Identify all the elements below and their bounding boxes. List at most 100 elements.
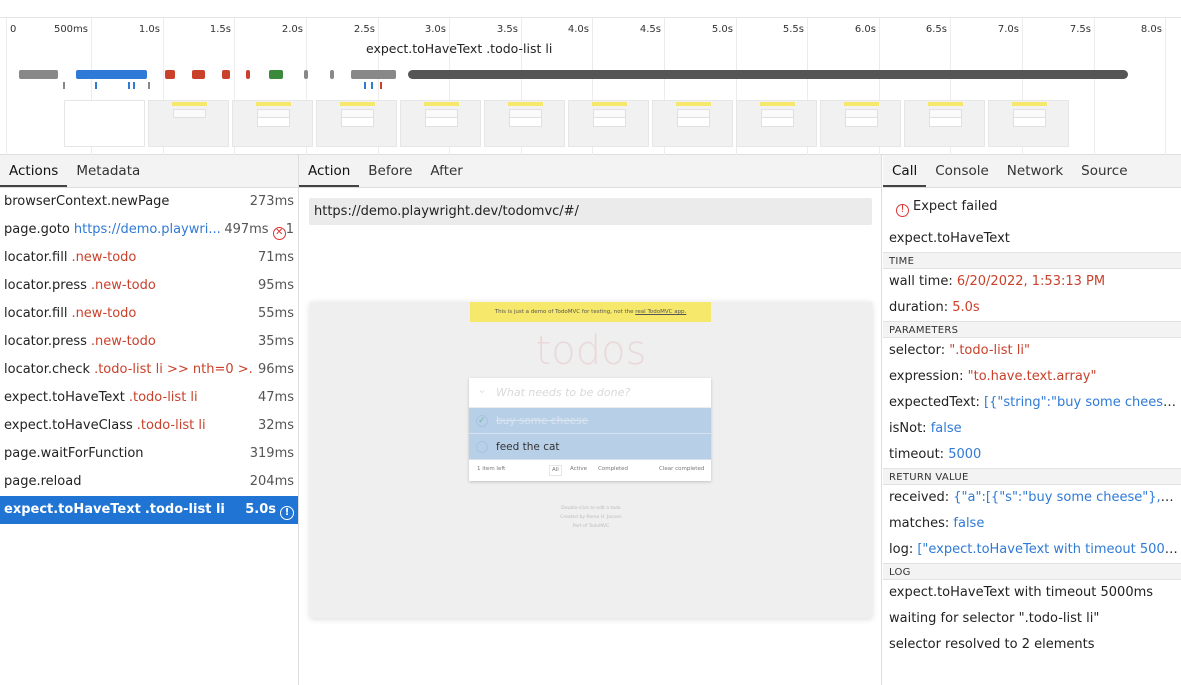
filter-active[interactable]: Active — [570, 460, 587, 479]
timeline-bar-selected[interactable] — [408, 70, 1128, 79]
info-line: Double-click to edit a todo — [561, 506, 621, 511]
action-name: locator.fill — [4, 306, 68, 321]
action-item[interactable]: expect.toHaveText .todo-list li 47ms — [0, 384, 298, 412]
timeline-tick-label: 4.0s — [567, 24, 589, 35]
filmstrip-frame[interactable] — [232, 100, 313, 147]
timeline-tick-label: 1.5s — [209, 24, 231, 35]
action-item[interactable]: page.waitForFunction 319ms — [0, 440, 298, 468]
timeline-bar[interactable] — [269, 70, 283, 79]
new-todo-input[interactable]: What needs to be done? — [469, 374, 711, 408]
todo-item[interactable]: buy some cheese — [469, 408, 711, 434]
timeline-tick-label: 5.0s — [711, 24, 733, 35]
action-item[interactable]: page.reload 204ms — [0, 468, 298, 496]
timeline-bar[interactable] — [222, 70, 230, 79]
action-item[interactable]: locator.press .new-todo 95ms — [0, 272, 298, 300]
page-snapshot[interactable]: This is just a demo of TodoMVC for testi… — [310, 302, 872, 618]
toggle-checkbox[interactable] — [476, 408, 488, 434]
filmstrip-frame[interactable] — [64, 100, 145, 147]
timeline-bar[interactable] — [330, 70, 334, 79]
timeline-top-strip — [0, 0, 1181, 18]
action-item[interactable]: locator.fill .new-todo 71ms — [0, 244, 298, 272]
timeline-bar[interactable] — [76, 70, 147, 79]
info-line: Part of TodoMVC — [572, 524, 610, 529]
action-duration: 273ms — [245, 188, 294, 216]
timeline-marker — [148, 82, 150, 89]
todo-footer: 1 item left All Active Completed Clear c… — [469, 460, 711, 479]
filmstrip-frame[interactable] — [904, 100, 985, 147]
tab-network[interactable]: Network — [998, 155, 1072, 187]
kv-key: timeout: — [889, 447, 945, 462]
clear-completed-button[interactable]: Clear completed — [659, 460, 704, 479]
tab-actions[interactable]: Actions — [0, 155, 68, 187]
log-line: selector resolved to 2 elements — [889, 637, 1095, 652]
action-duration: 95ms — [254, 272, 294, 300]
action-name: locator.check — [4, 362, 91, 377]
filmstrip-frame[interactable] — [400, 100, 481, 147]
kv-matches: matches: false — [883, 511, 1181, 537]
timeline-bar[interactable] — [165, 70, 175, 79]
kv-is-not: isNot: false — [883, 416, 1181, 442]
action-name: locator.press — [4, 278, 87, 293]
timeline-bar[interactable] — [192, 70, 205, 79]
timeline-bar[interactable] — [351, 70, 396, 79]
filter-completed[interactable]: Completed — [598, 460, 628, 479]
warning-icon: ! — [280, 506, 294, 520]
tab-call[interactable]: Call — [883, 155, 927, 187]
todo-item[interactable]: feed the cat — [469, 434, 711, 460]
action-name: page.goto — [4, 222, 70, 237]
timeline-hover-title: expect.toHaveText .todo-list li — [366, 41, 553, 56]
kv-value: false — [930, 421, 962, 436]
left-tabbar: Actions Metadata — [0, 155, 298, 188]
kv-wall-time: wall time: 6/20/2022, 1:53:13 PM — [883, 269, 1181, 295]
action-duration: 32ms — [254, 412, 294, 440]
kv-value: 5.0s — [952, 300, 980, 315]
tab-before[interactable]: Before — [359, 155, 421, 187]
duration-value: 497ms — [224, 222, 269, 237]
section-header-log: LOG — [883, 563, 1181, 580]
action-selector: .todo-list li — [128, 390, 198, 405]
toggle-checkbox[interactable] — [476, 441, 488, 453]
timeline-bar[interactable] — [19, 70, 58, 79]
action-name: page.waitForFunction — [4, 446, 144, 461]
filmstrip-frame[interactable] — [988, 100, 1069, 147]
action-list: browserContext.newPage 273ms page.goto ht… — [0, 188, 298, 524]
kv-expression: expression: "to.have.text.array" — [883, 364, 1181, 390]
action-item[interactable]: locator.fill .new-todo 55ms — [0, 300, 298, 328]
action-duration: 5.0s! — [241, 496, 294, 524]
kv-log: log: ["expect.toHaveText with timeout 50… — [883, 537, 1181, 563]
tab-source[interactable]: Source — [1072, 155, 1136, 187]
filmstrip-frame[interactable] — [820, 100, 901, 147]
filmstrip-frame[interactable] — [736, 100, 817, 147]
action-item[interactable]: page.goto https://demo.playwri... 497ms ✕… — [0, 216, 298, 244]
action-item[interactable]: expect.toHaveClass .todo-list li 32ms — [0, 412, 298, 440]
action-item[interactable]: locator.press .new-todo 35ms — [0, 328, 298, 356]
action-name: browserContext.newPage — [4, 194, 170, 209]
timeline-tick-label: 1.0s — [138, 24, 160, 35]
snapshot-url[interactable]: https://demo.playwright.dev/todomvc/#/ — [309, 198, 872, 225]
filmstrip-frame[interactable] — [316, 100, 397, 147]
tab-action[interactable]: Action — [299, 155, 360, 187]
filmstrip-frame[interactable] — [652, 100, 733, 147]
action-duration: 204ms — [245, 468, 294, 496]
filter-all[interactable]: All — [549, 465, 562, 476]
tab-after[interactable]: After — [421, 155, 471, 187]
timeline-bar[interactable] — [304, 70, 308, 79]
timeline[interactable]: 0 500ms 1.0s 1.5s 2.0s 2.5s 3.0s 3.5s 4.… — [0, 0, 1181, 155]
action-name: expect.toHaveText — [4, 390, 125, 405]
timeline-marker — [380, 82, 382, 89]
action-selector: .todo-list li >> nth=0 >... — [94, 362, 262, 377]
kv-value: 6/20/2022, 1:53:13 PM — [956, 274, 1106, 289]
timeline-tick-label: 0 — [10, 24, 17, 35]
filmstrip-frame[interactable] — [568, 100, 649, 147]
action-item[interactable]: browserContext.newPage 273ms — [0, 188, 298, 216]
timeline-bar[interactable] — [246, 70, 250, 79]
banner-link[interactable]: real TodoMVC app. — [635, 309, 686, 315]
kv-value: ["expect.toHaveText with timeout 5000... — [917, 542, 1181, 557]
tab-metadata[interactable]: Metadata — [67, 155, 149, 187]
action-item[interactable]: locator.check .todo-list li >> nth=0 >...… — [0, 356, 298, 384]
kv-value: "to.have.text.array" — [967, 369, 1097, 384]
filmstrip-frame[interactable] — [148, 100, 229, 147]
tab-console[interactable]: Console — [926, 155, 998, 187]
action-item-selected[interactable]: expect.toHaveText .todo-list li 5.0s! — [0, 496, 298, 524]
filmstrip-frame[interactable] — [484, 100, 565, 147]
